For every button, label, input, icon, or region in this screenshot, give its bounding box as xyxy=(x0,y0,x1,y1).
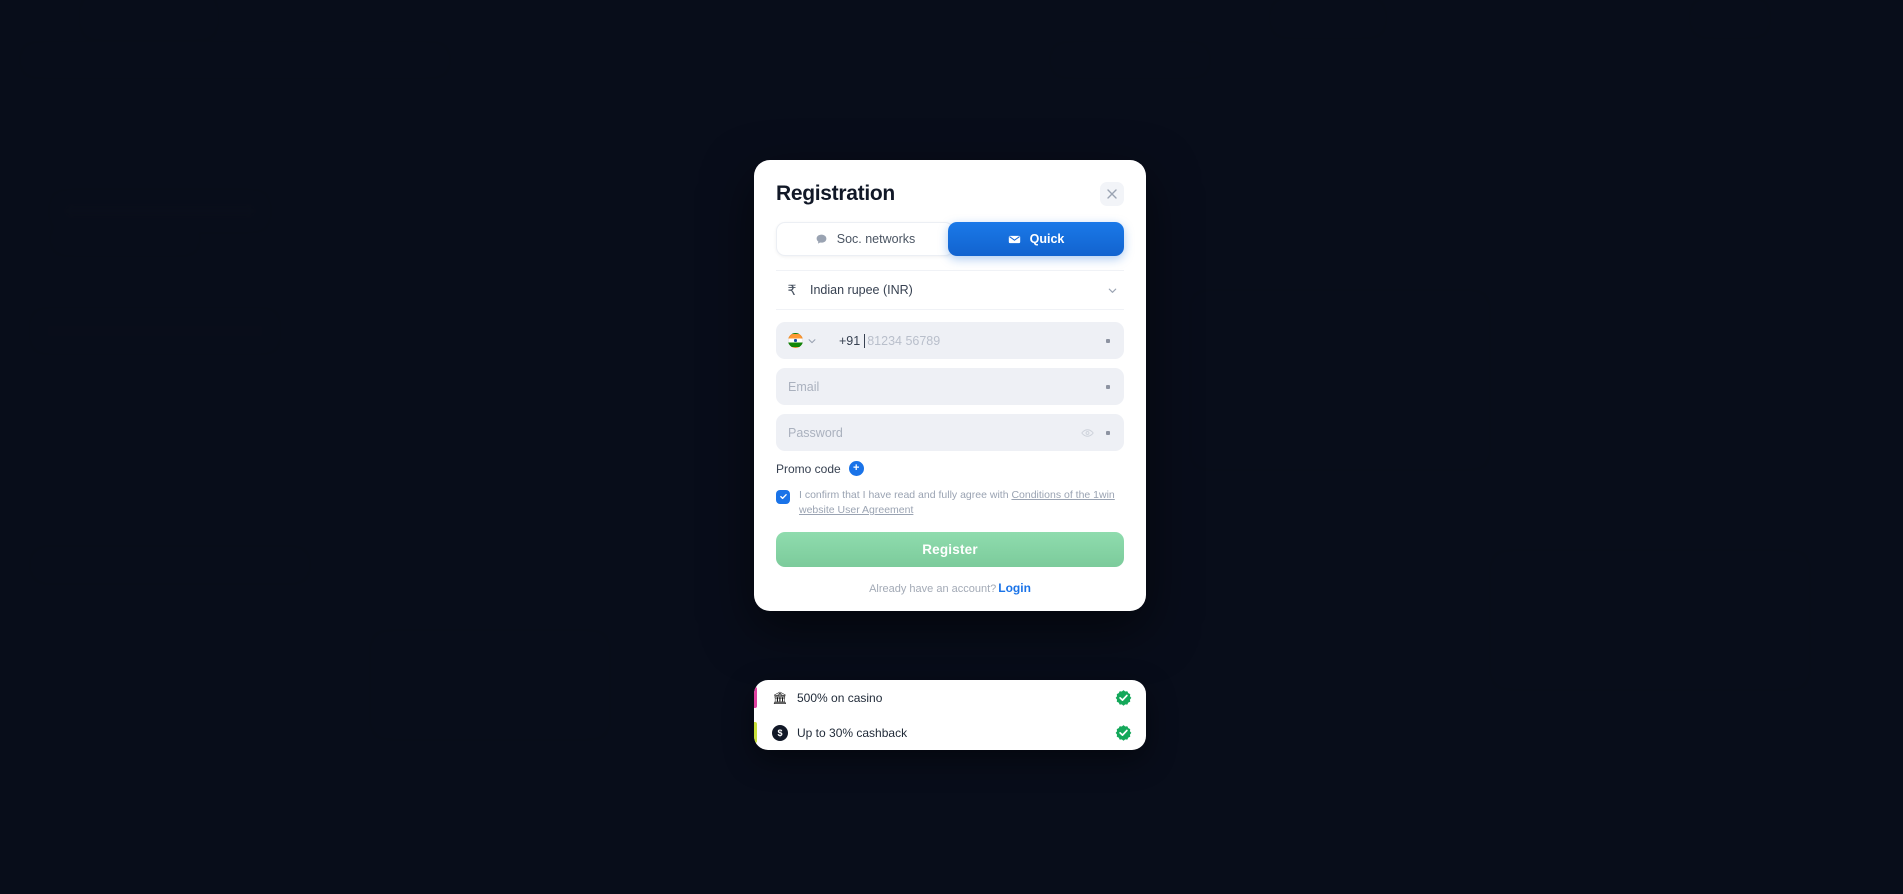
tab-quick[interactable]: Quick xyxy=(948,222,1124,256)
tab-social-networks[interactable]: Soc. networks xyxy=(776,222,954,256)
country-chevron-down-icon[interactable] xyxy=(807,336,817,346)
currency-selector[interactable]: ₹ Indian rupee (INR) xyxy=(776,270,1124,310)
password-placeholder: Password xyxy=(788,425,843,440)
email-field[interactable]: Email xyxy=(776,368,1124,405)
rupee-symbol-icon: ₹ xyxy=(787,281,797,298)
email-placeholder: Email xyxy=(788,379,820,394)
register-button[interactable]: Register xyxy=(776,532,1124,568)
verified-check-icon xyxy=(1115,724,1132,741)
tab-social-networks-label: Soc. networks xyxy=(836,232,916,246)
password-field[interactable]: Password xyxy=(776,414,1124,451)
agreement-text-before: I confirm that I have read and fully agr… xyxy=(799,489,1012,501)
promo-code-label: Promo code xyxy=(776,461,841,476)
casino-bank-icon: 🏛 xyxy=(772,690,788,705)
password-required-marker xyxy=(1106,430,1110,435)
list-item[interactable]: $ Up to 30% cashback xyxy=(754,715,1146,750)
screen: Registration Soc. networks Quick ₹ India… xyxy=(0,0,1903,894)
modal-header: Registration xyxy=(776,182,1124,206)
bonus-label: Up to 30% cashback xyxy=(797,725,908,740)
login-prompt-text: Already have an account? xyxy=(869,583,997,596)
close-icon xyxy=(1107,189,1117,199)
text-cursor xyxy=(864,333,866,348)
agreement-text: I confirm that I have read and fully agr… xyxy=(799,488,1124,518)
chevron-down-icon xyxy=(1107,285,1118,296)
tab-quick-label: Quick xyxy=(1029,232,1065,246)
envelope-icon xyxy=(1008,233,1021,246)
plus-circle-icon[interactable]: + xyxy=(848,461,864,476)
bonus-accent-bar xyxy=(754,687,757,708)
phone-placeholder: 81234 56789 xyxy=(867,333,941,348)
bonus-label: 500% on casino xyxy=(797,690,883,705)
promo-code-toggle[interactable]: Promo code + xyxy=(776,461,1124,476)
agreement-checkbox[interactable] xyxy=(776,490,790,504)
email-required-marker xyxy=(1106,384,1110,389)
bonus-list: 🏛 500% on casino $ Up to 30% cashback xyxy=(754,680,1146,750)
registration-method-tabs: Soc. networks Quick xyxy=(776,222,1124,256)
verified-check-icon xyxy=(1115,689,1132,706)
phone-field[interactable]: +91 81234 56789 xyxy=(776,322,1124,359)
agreement-row: I confirm that I have read and fully agr… xyxy=(776,488,1124,518)
phone-required-marker xyxy=(1106,338,1110,343)
eye-icon[interactable] xyxy=(1081,426,1094,439)
checkmark-icon xyxy=(779,488,788,506)
login-link[interactable]: Login xyxy=(998,581,1031,595)
india-flag-icon xyxy=(788,333,803,348)
login-prompt-row: Already have an account? Login xyxy=(776,581,1124,595)
close-button[interactable] xyxy=(1100,182,1124,206)
dial-code: +91 xyxy=(839,333,861,348)
cashback-coin-icon: $ xyxy=(772,724,788,741)
page-title: Registration xyxy=(776,182,895,205)
chat-bubble-icon xyxy=(815,233,828,246)
registration-modal: Registration Soc. networks Quick ₹ India… xyxy=(754,160,1146,612)
bonus-accent-bar xyxy=(754,722,757,743)
list-item[interactable]: 🏛 500% on casino xyxy=(754,680,1146,715)
currency-label: Indian rupee (INR) xyxy=(810,283,913,297)
